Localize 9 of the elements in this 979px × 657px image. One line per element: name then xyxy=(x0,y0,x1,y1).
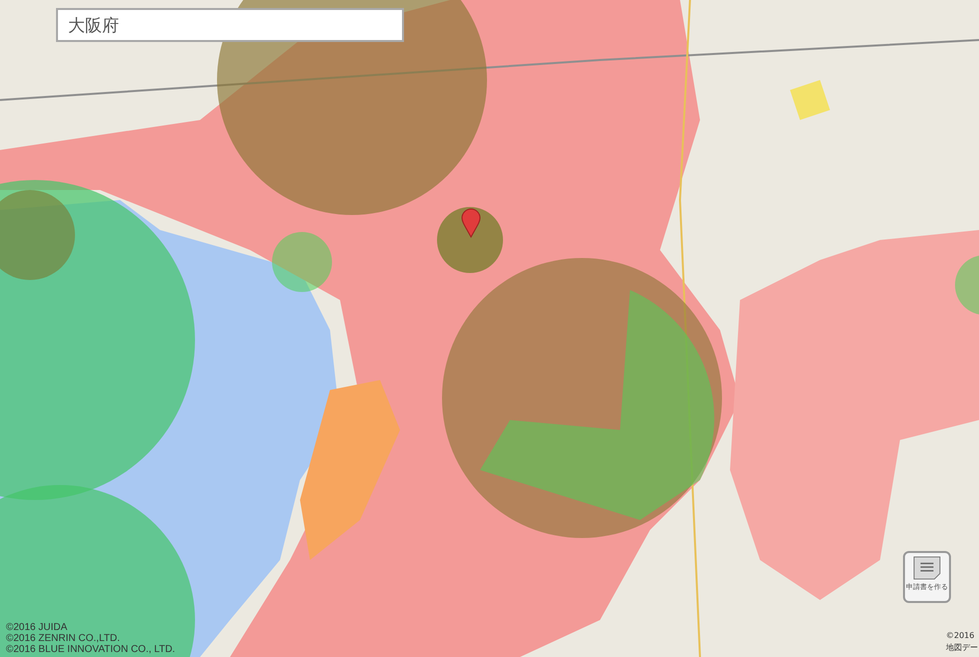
map-credit-text: ©2016 xyxy=(946,630,974,642)
document-icon xyxy=(913,556,941,580)
copyright-text: ©2016 BLUE INNOVATION CO., LTD. xyxy=(6,644,176,655)
copyright-text: ©2016 ZENRIN CO.,LTD. xyxy=(6,633,121,644)
search-field[interactable]: 大阪府 xyxy=(56,8,404,42)
map-credit-text: 地図デー xyxy=(946,642,978,654)
copyright-text: ©2016 JUIDA xyxy=(6,622,68,633)
map-pin-icon[interactable] xyxy=(461,208,481,238)
map-drawing[interactable] xyxy=(0,0,979,657)
